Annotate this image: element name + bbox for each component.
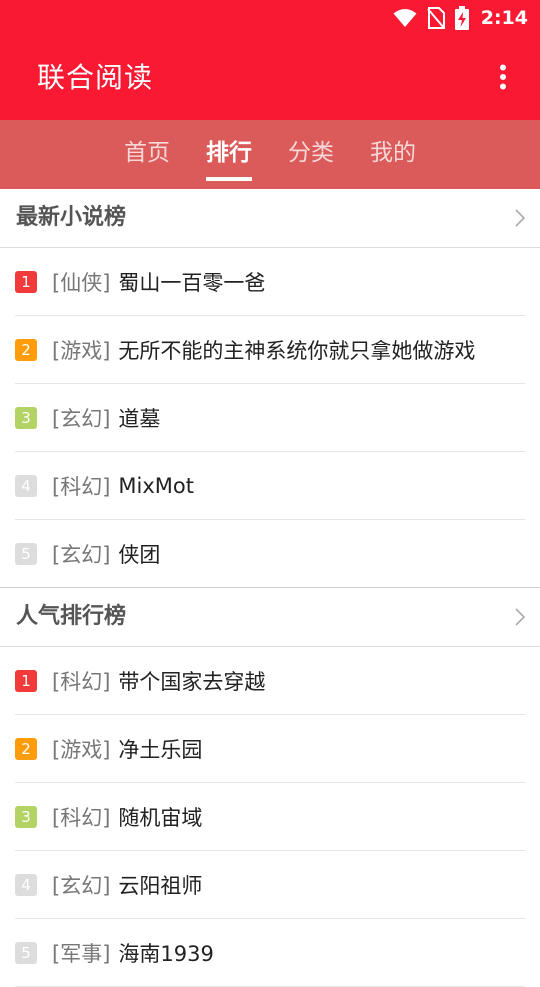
rank-badge: 3 bbox=[15, 805, 37, 828]
app-title: 联合阅读 bbox=[37, 61, 154, 94]
list-item[interactable]: 2 [游戏] 净土乐园 bbox=[15, 715, 525, 783]
rank-badge: 5 bbox=[15, 542, 37, 565]
tab-bar: 首页 排行 分类 我的 bbox=[0, 120, 540, 189]
tab-2[interactable]: 分类 bbox=[288, 120, 334, 189]
book-title: 道墓 bbox=[118, 406, 161, 431]
tabs: 首页 排行 分类 我的 bbox=[0, 120, 540, 189]
book-category: [科幻] bbox=[52, 805, 111, 830]
book-category: [玄幻] bbox=[52, 542, 111, 567]
chevron-right-icon bbox=[514, 607, 526, 631]
book-category: [仙侠] bbox=[52, 270, 111, 295]
section-title: 最新小说榜 bbox=[16, 205, 127, 230]
section-header[interactable]: 最新小说榜 bbox=[0, 189, 540, 248]
rank-badge: 3 bbox=[15, 406, 37, 429]
book-category: [玄幻] bbox=[52, 406, 111, 431]
book-title: 云阳祖师 bbox=[118, 873, 203, 898]
list-item[interactable]: 3 [科幻] 随机宙域 bbox=[15, 783, 525, 851]
book-category: [游戏] bbox=[52, 737, 111, 762]
book-category: [科幻] bbox=[52, 669, 111, 694]
rank-badge: 2 bbox=[15, 737, 37, 760]
list-item[interactable]: 3 [玄幻] 道墓 bbox=[15, 384, 525, 452]
book-title: 蜀山一百零一爸 bbox=[118, 270, 266, 295]
rank-badge: 2 bbox=[15, 338, 37, 361]
list-item[interactable]: 2 [游戏] 无所不能的主神系统你就只拿她做游戏 bbox=[15, 316, 525, 384]
rank-badge: 4 bbox=[15, 474, 37, 497]
rank-list-content: 最新小说榜 1 [仙侠] 蜀山一百零一爸 2 [游戏] 无所不能的主神系统你就只拿她做游戏 3… bbox=[0, 189, 540, 987]
rank-badge: 1 bbox=[15, 270, 37, 293]
list-item[interactable]: 4 [玄幻] 云阳祖师 bbox=[15, 851, 525, 919]
book-title: 无所不能的主神系统你就只拿她做游戏 bbox=[118, 338, 476, 363]
list-item[interactable]: 5 [玄幻] 侠团 bbox=[0, 520, 540, 588]
chevron-right-icon bbox=[514, 208, 526, 232]
book-title: 随机宙域 bbox=[118, 805, 203, 830]
book-category: [军事] bbox=[52, 941, 111, 966]
tab-0[interactable]: 首页 bbox=[124, 120, 170, 189]
book-category: [玄幻] bbox=[52, 873, 111, 898]
list-item[interactable]: 1 [科幻] 带个国家去穿越 bbox=[15, 647, 525, 715]
battery-charging-icon bbox=[454, 6, 469, 30]
no-sim-icon bbox=[426, 7, 445, 29]
tab-3[interactable]: 我的 bbox=[370, 120, 416, 189]
book-category: [科幻] bbox=[52, 474, 111, 499]
book-title: 侠团 bbox=[118, 542, 161, 567]
book-category: [游戏] bbox=[52, 338, 111, 363]
section-title: 人气排行榜 bbox=[16, 604, 127, 629]
section-header[interactable]: 人气排行榜 bbox=[0, 588, 540, 647]
book-title: 带个国家去穿越 bbox=[118, 669, 266, 694]
app-bar: 联合阅读 bbox=[0, 36, 540, 120]
list-item[interactable]: 5 [军事] 海南1939 bbox=[15, 919, 525, 987]
tab-1[interactable]: 排行 bbox=[206, 120, 252, 189]
book-title: 海南1939 bbox=[118, 941, 214, 966]
more-options-button[interactable] bbox=[488, 64, 518, 94]
status-icons: 2:14 bbox=[393, 0, 528, 36]
book-title: 净土乐园 bbox=[118, 737, 203, 762]
list-item[interactable]: 4 [科幻] MixMot bbox=[15, 452, 525, 520]
rank-badge: 4 bbox=[15, 873, 37, 896]
rank-badge: 5 bbox=[15, 941, 37, 964]
status-bar: 2:14 bbox=[0, 0, 540, 36]
list-item[interactable]: 1 [仙侠] 蜀山一百零一爸 bbox=[15, 248, 525, 316]
rank-badge: 1 bbox=[15, 669, 37, 692]
status-time: 2:14 bbox=[480, 7, 528, 29]
more-vert-icon bbox=[499, 64, 507, 94]
book-title: MixMot bbox=[118, 473, 194, 498]
wifi-icon bbox=[393, 8, 417, 28]
